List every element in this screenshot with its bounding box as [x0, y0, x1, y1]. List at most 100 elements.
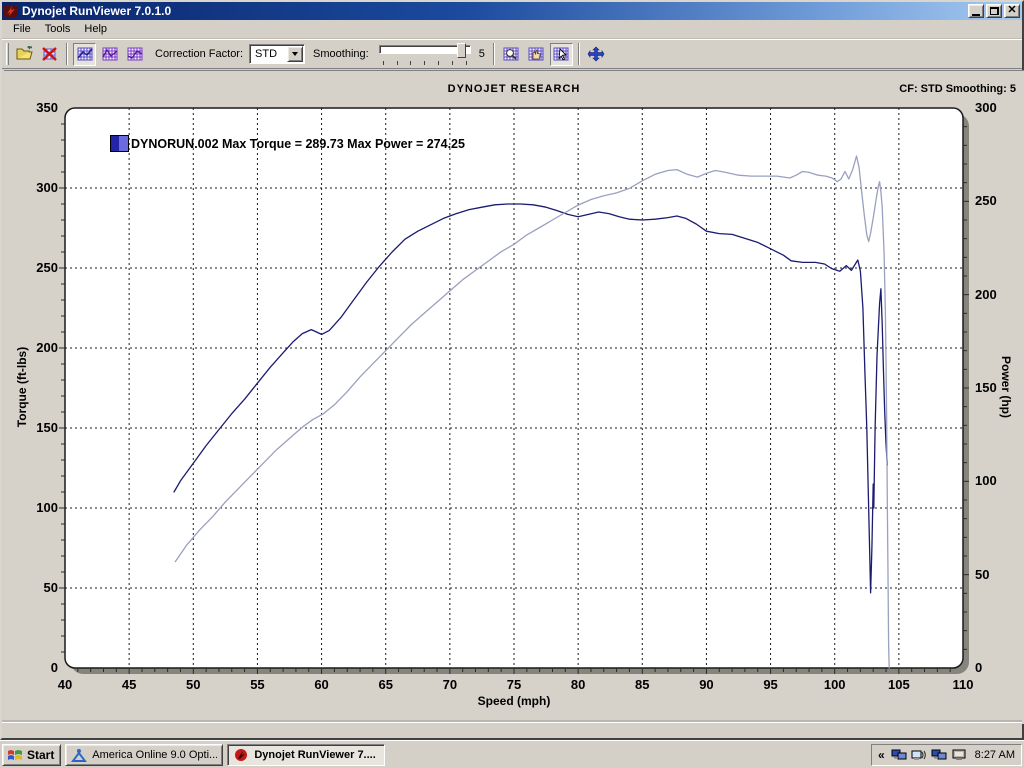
task-button-aol[interactable]: America Online 9.0 Opti... — [65, 743, 224, 766]
toolbar-separator — [66, 43, 68, 65]
x-tick-label: 105 — [887, 677, 910, 692]
pan-graph-icon — [528, 47, 544, 61]
network-2-icon[interactable] — [931, 748, 947, 762]
chart-area: DYNOJET RESEARCH CF: STD Smoothing: 5 DY… — [4, 70, 1024, 724]
x-tick-label: 55 — [250, 677, 265, 692]
x-tick-label: 100 — [823, 677, 846, 692]
graph-mode-1-icon — [76, 47, 93, 61]
smoothing-slider[interactable] — [378, 42, 471, 66]
power-tick-label: 300 — [975, 100, 997, 115]
close-icon: ✕ — [1007, 4, 1017, 16]
power-tick-label: 250 — [975, 193, 997, 209]
torque-axis-title: Torque (ft-lbs) — [15, 346, 29, 428]
fit-axes-icon — [587, 46, 605, 62]
close-button[interactable]: ✕ — [1004, 4, 1020, 18]
smoothing-value: 5 — [478, 48, 485, 60]
combo-drop-button[interactable] — [287, 46, 304, 62]
menu-help[interactable]: Help — [77, 21, 114, 37]
correction-factor-select[interactable]: STD — [249, 44, 306, 64]
x-tick-label: 50 — [186, 677, 201, 692]
app-window: Dynojet RunViewer 7.0.1.0 ✕ File Tools H… — [0, 0, 1024, 740]
torque-tick-label: 100 — [36, 500, 58, 515]
slider-ticks — [382, 61, 467, 65]
open-run-button[interactable] — [13, 43, 36, 66]
torque-tick-label: 350 — [36, 100, 58, 115]
dynojet-task-icon — [235, 748, 248, 761]
dyno-plot[interactable] — [4, 71, 1024, 724]
task-label: America Online 9.0 Opti... — [92, 748, 218, 761]
correction-factor-value: STD — [255, 48, 278, 60]
zoom-graph-button[interactable] — [500, 43, 523, 66]
run-color-swatch — [110, 135, 129, 152]
x-tick-label: 45 — [121, 677, 137, 692]
restore-icon — [989, 7, 999, 15]
x-tick-label: 60 — [314, 677, 329, 692]
speed-axis-title: Speed (mph) — [477, 694, 551, 708]
open-run-icon — [15, 46, 33, 60]
torque-tick-label: 250 — [36, 260, 58, 275]
graph-mode-2-button[interactable] — [98, 43, 121, 66]
toolbar-separator — [577, 43, 580, 65]
run-legend-text: DYNORUN.002 Max Torque = 289.73 Max Powe… — [131, 136, 465, 151]
titlebar: Dynojet RunViewer 7.0.1.0 ✕ — [2, 2, 1022, 20]
graph-mode-1-button[interactable] — [73, 42, 96, 66]
minimize-button[interactable] — [968, 4, 984, 18]
toolbar: Correction Factor: STD Smoothing: 5 — [2, 39, 1022, 69]
power-tick-label: 150 — [975, 380, 997, 395]
graph-mode-3-icon — [127, 47, 142, 61]
x-tick-label: 110 — [952, 677, 974, 692]
x-tick-label: 65 — [378, 677, 393, 692]
graph-mode-3-button[interactable] — [123, 43, 146, 66]
torque-tick-label: 0 — [50, 660, 58, 675]
toolbar-separator — [492, 43, 495, 65]
dynojet-app-icon — [4, 4, 18, 18]
x-tick-label: 70 — [442, 677, 458, 692]
menu-tools[interactable]: Tools — [38, 21, 78, 37]
statusbar — [2, 722, 1022, 738]
task-button-dynojet[interactable]: Dynojet RunViewer 7.... — [227, 743, 386, 766]
torque-tick-label: 300 — [36, 180, 58, 195]
smoothing-label: Smoothing: — [313, 48, 369, 60]
display-icon[interactable] — [951, 748, 967, 762]
power-tick-label: 100 — [975, 473, 997, 489]
aol-icon — [71, 748, 88, 762]
select-graph-icon — [553, 47, 569, 61]
task-label: Dynojet RunViewer 7.... — [254, 748, 376, 761]
torque-tick-label: 50 — [43, 580, 58, 595]
fit-axes-button[interactable] — [585, 43, 608, 66]
correction-factor-label: Correction Factor: — [155, 48, 244, 60]
select-graph-button[interactable] — [549, 42, 573, 66]
close-run-icon — [41, 47, 57, 61]
chevron-down-icon — [292, 52, 299, 56]
minimize-icon — [972, 13, 980, 16]
power-tick-label: 0 — [975, 660, 983, 675]
toolbar-gripper[interactable] — [6, 43, 9, 65]
x-tick-label: 40 — [57, 677, 73, 692]
x-tick-label: 75 — [506, 677, 522, 692]
close-run-button[interactable] — [38, 43, 61, 66]
start-button[interactable]: Start — [2, 743, 62, 766]
menubar: File Tools Help — [2, 20, 1022, 39]
window-title: Dynojet RunViewer 7.0.1.0 — [22, 4, 172, 18]
taskbar-clock: 8:27 AM — [974, 748, 1015, 761]
pan-graph-button[interactable] — [525, 43, 548, 66]
restore-button[interactable] — [986, 4, 1002, 18]
tray-chevron-button[interactable]: « — [878, 749, 885, 761]
run-legend: DYNORUN.002 Max Torque = 289.73 Max Powe… — [110, 135, 465, 152]
network-icon[interactable] — [891, 748, 907, 762]
start-label: Start — [27, 747, 55, 762]
torque-tick-label: 200 — [36, 340, 58, 355]
menu-file[interactable]: File — [6, 21, 38, 37]
x-tick-label: 90 — [699, 677, 714, 692]
zoom-graph-icon — [503, 47, 519, 61]
taskbar: Start America Online 9.0 Opti... Dynojet… — [0, 740, 1024, 768]
windows-logo-icon — [8, 749, 22, 760]
system-tray: « 8:27 AM — [870, 743, 1022, 766]
power-tick-label: 200 — [975, 286, 997, 302]
x-tick-label: 95 — [763, 677, 778, 692]
graph-mode-2-icon — [101, 47, 117, 61]
torque-tick-label: 150 — [36, 420, 58, 435]
x-tick-label: 85 — [635, 677, 650, 692]
wireless-audio-icon[interactable] — [911, 748, 927, 762]
slider-thumb[interactable] — [456, 43, 466, 58]
